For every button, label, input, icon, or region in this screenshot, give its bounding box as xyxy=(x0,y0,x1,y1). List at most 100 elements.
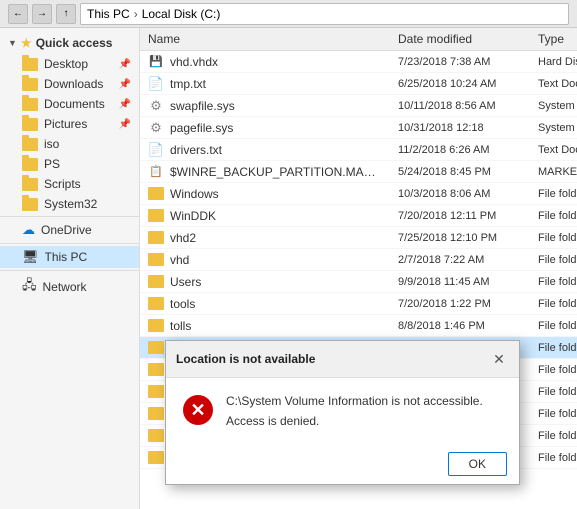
file-date: 10/11/2018 8:56 AM xyxy=(390,100,530,112)
col-header-name[interactable]: Name xyxy=(140,30,390,48)
file-date: 2/7/2018 7:22 AM xyxy=(390,254,530,266)
file-date: 6/25/2018 10:24 AM xyxy=(390,78,530,90)
error-dialog[interactable]: Location is not available ✕ ✕ C:\System … xyxy=(165,340,520,485)
file-name-col: 📄 drivers.txt xyxy=(140,142,390,158)
sidebar-item-pictures[interactable]: Pictures 📌 xyxy=(0,114,139,134)
table-row[interactable]: ⚙ pagefile.sys 10/31/2018 12:18 System T xyxy=(140,117,577,139)
desktop-folder-icon xyxy=(22,58,38,71)
col-header-date[interactable]: Date modified xyxy=(390,30,530,48)
sidebar-downloads-label: Downloads xyxy=(44,77,103,91)
file-name-col: 📋 $WINRE_BACKUP_PARTITION.MARKER xyxy=(140,164,390,180)
back-button[interactable]: ← xyxy=(8,4,28,24)
breadcrumb-localdisk: Local Disk (C:) xyxy=(142,7,221,21)
folder-icon xyxy=(148,231,164,244)
file-type: File fold xyxy=(530,430,577,442)
dialog-body: ✕ C:\System Volume Information is not ac… xyxy=(166,378,519,444)
file-name-col: vhd2 xyxy=(140,231,390,245)
file-date: 7/20/2018 1:22 PM xyxy=(390,298,530,310)
file-type: File fold xyxy=(530,320,577,332)
file-name: WinDDK xyxy=(170,209,216,223)
file-name: Users xyxy=(170,275,201,289)
sidebar-iso-label: iso xyxy=(44,137,59,151)
sidebar-item-scripts[interactable]: Scripts xyxy=(0,174,139,194)
file-type: File fold xyxy=(530,408,577,420)
file-type: File fold xyxy=(530,210,577,222)
dialog-message: C:\System Volume Information is not acce… xyxy=(226,394,503,428)
table-row[interactable]: 📄 drivers.txt 11/2/2018 6:26 AM Text Doc xyxy=(140,139,577,161)
quick-access-label: Quick access xyxy=(36,36,113,50)
file-name-col: tools xyxy=(140,297,390,311)
iso-folder-icon xyxy=(22,138,38,151)
sidebar-item-documents[interactable]: Documents 📌 xyxy=(0,94,139,114)
breadcrumb[interactable]: This PC › Local Disk (C:) xyxy=(80,3,569,25)
sidebar-item-ps[interactable]: PS xyxy=(0,154,139,174)
file-name-col: ⚙ pagefile.sys xyxy=(140,120,390,136)
file-date: 10/31/2018 12:18 xyxy=(390,122,530,134)
documents-folder-icon xyxy=(22,98,38,111)
table-row[interactable]: tools 7/20/2018 1:22 PM File fold xyxy=(140,293,577,315)
quick-access-header[interactable]: ▼ ★ Quick access xyxy=(0,32,139,54)
thispc-icon: 🖥 xyxy=(22,249,39,265)
sidebar-item-system32[interactable]: System32 xyxy=(0,194,139,214)
dialog-message-line2: Access is denied. xyxy=(226,414,503,428)
doc-icon: 📄 xyxy=(148,142,164,158)
folder-icon xyxy=(148,209,164,222)
ps-folder-icon xyxy=(22,158,38,171)
folder-icon xyxy=(148,429,164,442)
file-name-col: Users xyxy=(140,275,390,289)
file-name-col: ⚙ swapfile.sys xyxy=(140,98,390,114)
sidebar-item-thispc[interactable]: 🖥 This PC xyxy=(0,246,139,268)
table-row[interactable]: vhd 2/7/2018 7:22 AM File fold xyxy=(140,249,577,271)
table-row[interactable]: 📋 $WINRE_BACKUP_PARTITION.MARKER 5/24/20… xyxy=(140,161,577,183)
sidebar-system32-label: System32 xyxy=(44,197,97,211)
file-name-col: vhd xyxy=(140,253,390,267)
sidebar-item-onedrive[interactable]: ☁ OneDrive xyxy=(0,219,139,241)
sidebar-item-network[interactable]: 🖧 Network xyxy=(0,273,139,301)
sidebar-item-downloads[interactable]: Downloads 📌 xyxy=(0,74,139,94)
file-name-col: 📄 tmp.txt xyxy=(140,76,390,92)
pictures-pin-icon: 📌 xyxy=(119,119,131,130)
sys-icon: ⚙ xyxy=(148,98,164,114)
table-row[interactable]: vhd2 7/25/2018 12:10 PM File fold xyxy=(140,227,577,249)
marker-icon: 📋 xyxy=(148,164,164,180)
file-date: 5/24/2018 8:45 PM xyxy=(390,166,530,178)
sidebar-pictures-label: Pictures xyxy=(44,117,87,131)
file-name: pagefile.sys xyxy=(170,121,233,135)
system32-folder-icon xyxy=(22,198,38,211)
breadcrumb-thispc: This PC xyxy=(87,7,130,21)
sidebar-network-label: Network xyxy=(43,280,87,294)
file-name-col: WinDDK xyxy=(140,209,390,223)
table-row[interactable]: 📄 tmp.txt 6/25/2018 10:24 AM Text Doc xyxy=(140,73,577,95)
dialog-ok-button[interactable]: OK xyxy=(448,452,507,476)
sys-icon: ⚙ xyxy=(148,120,164,136)
table-row[interactable]: Users 9/9/2018 11:45 AM File fold xyxy=(140,271,577,293)
col-header-type[interactable]: Type xyxy=(530,30,577,48)
file-date: 7/20/2018 12:11 PM xyxy=(390,210,530,222)
forward-button[interactable]: → xyxy=(32,4,52,24)
sidebar-ps-label: PS xyxy=(44,157,60,171)
folder-icon xyxy=(148,341,164,354)
dialog-close-button[interactable]: ✕ xyxy=(489,349,509,369)
table-row[interactable]: WinDDK 7/20/2018 12:11 PM File fold xyxy=(140,205,577,227)
sidebar-documents-label: Documents xyxy=(44,97,105,111)
table-row[interactable]: Windows 10/3/2018 8:06 AM File fold xyxy=(140,183,577,205)
sidebar-item-iso[interactable]: iso xyxy=(0,134,139,154)
file-name: swapfile.sys xyxy=(170,99,235,113)
file-date: 9/9/2018 11:45 AM xyxy=(390,276,530,288)
sidebar-item-desktop[interactable]: Desktop 📌 xyxy=(0,54,139,74)
file-type: System T xyxy=(530,100,577,112)
dialog-title: Location is not available xyxy=(176,352,315,366)
quick-access-star-icon: ★ xyxy=(21,36,32,50)
file-type: File fold xyxy=(530,386,577,398)
dialog-message-line1: C:\System Volume Information is not acce… xyxy=(226,394,503,408)
up-button[interactable]: ↑ xyxy=(56,4,76,24)
vhd-icon: 💾 xyxy=(148,54,164,70)
table-row[interactable]: 💾 vhd.vhdx 7/23/2018 7:38 AM Hard Dis xyxy=(140,51,577,73)
sidebar-divider3 xyxy=(0,270,139,271)
table-row[interactable]: tolls 8/8/2018 1:46 PM File fold xyxy=(140,315,577,337)
onedrive-icon: ☁ xyxy=(22,222,35,238)
error-circle: ✕ xyxy=(183,395,213,425)
table-row[interactable]: ⚙ swapfile.sys 10/11/2018 8:56 AM System… xyxy=(140,95,577,117)
file-name: vhd xyxy=(170,253,189,267)
downloads-folder-icon xyxy=(22,78,38,91)
